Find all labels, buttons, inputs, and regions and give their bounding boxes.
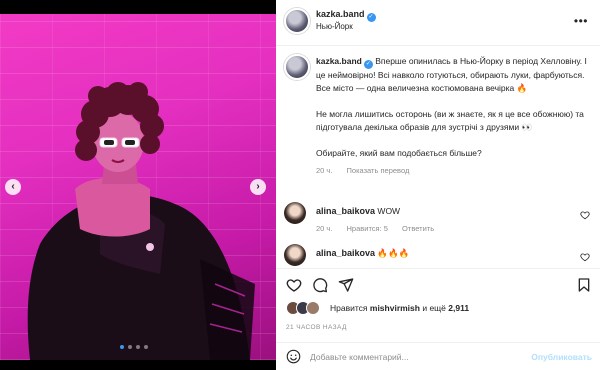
commenter-avatar[interactable] <box>284 244 306 266</box>
caption-username[interactable]: kazka.band <box>316 56 362 66</box>
heart-icon[interactable] <box>580 252 590 262</box>
bookmark-icon[interactable] <box>576 277 592 293</box>
chevron-left-icon[interactable]: ‹ <box>5 179 21 195</box>
comment-body: 🔥🔥🔥 <box>377 249 410 259</box>
caption-text: kazka.band ✓ Вперше опинилась в Нью-Йорку… <box>316 55 592 177</box>
commenter-avatar[interactable] <box>284 202 306 224</box>
commenter-username[interactable]: alina_baikova <box>316 248 375 258</box>
caption-paragraph-3: Обирайте, який вам подобається більше? <box>316 148 482 158</box>
chevron-right-icon[interactable]: › <box>250 179 266 195</box>
heart-icon[interactable] <box>580 210 590 220</box>
account-username[interactable]: kazka.band ✓ <box>316 9 376 22</box>
post-media[interactable]: ‹ › <box>0 14 276 360</box>
liker-username[interactable]: mishvirmish <box>370 303 420 313</box>
comment-meta: 20 ч. Нравится: 5 Ответить <box>316 224 446 233</box>
caption-time[interactable]: 20 ч. <box>316 166 332 175</box>
comment-icon[interactable] <box>312 277 328 293</box>
post-actions <box>276 268 600 298</box>
liker-avatar <box>306 301 320 315</box>
eyes-emoji: 👀 <box>521 123 533 133</box>
comment-input[interactable] <box>310 349 530 365</box>
post-location[interactable]: Нью-Йорк <box>316 22 353 31</box>
comment-time[interactable]: 20 ч. <box>316 224 332 233</box>
post-time-ago[interactable]: 21 ЧАСОВ НАЗАД <box>286 324 347 331</box>
comment-item: alina_baikova WOW 20 ч. Нравится: 5 Отве… <box>276 198 600 246</box>
instagram-post: ‹ › kazka.band ✓ Нью-Йорк ••• kazka.band ✓… <box>0 0 600 370</box>
photo-person <box>27 82 255 360</box>
comment-likes[interactable]: Нравится: 5 <box>347 224 388 233</box>
caption-avatar[interactable] <box>284 54 310 80</box>
verified-badge-icon: ✓ <box>366 13 376 22</box>
comment-text: alina_baikova 🔥🔥🔥 <box>316 248 409 259</box>
smiley-icon[interactable] <box>286 349 301 364</box>
liker-avatars[interactable] <box>286 301 326 315</box>
carousel-dots <box>120 345 148 349</box>
likes-text: Нравится mishvirmish и ещё 2,911 <box>330 303 470 313</box>
comment-body: WOW <box>377 206 401 216</box>
publish-button[interactable]: Опубликовать <box>531 352 592 362</box>
paper-plane-icon[interactable] <box>338 277 354 293</box>
likes-count[interactable]: 2,911 <box>448 303 469 313</box>
post-header: kazka.band ✓ Нью-Йорк ••• <box>276 0 600 46</box>
comment-text: alina_baikova WOW <box>316 206 400 216</box>
post-caption: kazka.band ✓ Вперше опинилась в Нью-Йорку… <box>276 46 600 196</box>
account-avatar[interactable] <box>284 8 310 34</box>
heart-icon[interactable] <box>286 277 302 293</box>
post-details-panel: kazka.band ✓ Нью-Йорк ••• kazka.band ✓ Впе… <box>276 0 600 370</box>
likes-summary: Нравится mishvirmish и ещё 2,911 <box>276 298 600 320</box>
carousel-dot-active <box>120 345 124 349</box>
verified-badge-icon: ✓ <box>363 60 373 69</box>
carousel-dot <box>136 345 140 349</box>
carousel-dot <box>128 345 132 349</box>
caption-paragraph-2: Не могла лишитись осторонь (ви ж знаєте,… <box>316 109 584 132</box>
show-translation-link[interactable]: Показать перевод <box>347 166 410 175</box>
commenter-username[interactable]: alina_baikova <box>316 206 375 216</box>
more-horizontal-icon[interactable]: ••• <box>574 14 588 28</box>
add-comment-bar: Опубликовать <box>276 342 600 370</box>
fire-emoji: 🔥 <box>516 84 528 94</box>
comment-reply-link[interactable]: Ответить <box>402 224 434 233</box>
carousel-dot <box>144 345 148 349</box>
caption-meta: 20 ч. Показать перевод <box>316 164 592 177</box>
